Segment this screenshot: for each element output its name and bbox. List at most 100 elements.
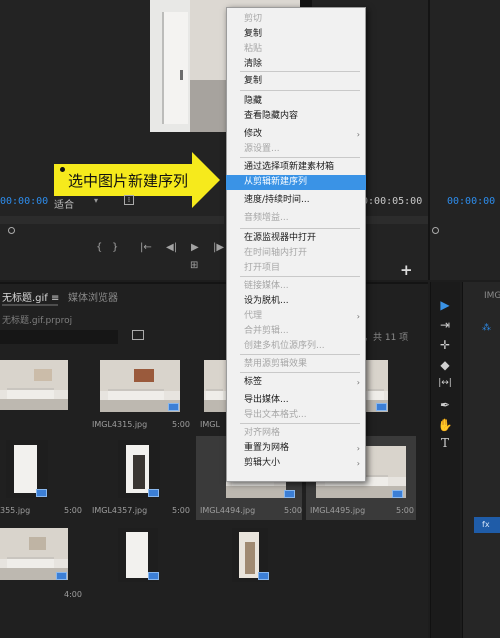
list-item[interactable]: [226, 520, 326, 600]
list-item[interactable]: [96, 520, 196, 600]
menu-separator: [240, 276, 360, 277]
fit-dropdown[interactable]: 适合: [54, 196, 74, 211]
mark-out-button[interactable]: }: [112, 242, 118, 254]
menu-item-open-in-timeline[interactable]: 在时间轴内打开: [226, 246, 366, 261]
search-input[interactable]: [0, 330, 118, 344]
menu-item-make-offline[interactable]: 设为脱机...: [226, 294, 366, 309]
menu-item-modify[interactable]: 修改 ›: [226, 127, 366, 142]
export-frame-icon[interactable]: ⊞: [190, 260, 198, 272]
menu-item-source-settings[interactable]: 源设置...: [226, 142, 366, 157]
list-item[interactable]: 5:00: [0, 436, 100, 516]
menu-item-label: 修改: [244, 129, 263, 139]
menu-item-label: 速度/持续时间...: [244, 195, 310, 205]
menu-item-audio-gain[interactable]: 音频增益...: [226, 211, 366, 226]
slip-tool-icon[interactable]: |↔|: [437, 378, 453, 388]
menu-item-speed-duration[interactable]: 速度/持续时间...: [226, 193, 366, 208]
item-duration: 5:00: [396, 506, 414, 515]
menu-item-create-multicam-sequence[interactable]: 创建多机位源序列...: [226, 339, 366, 354]
menu-item-disable-masterclip-effects[interactable]: 禁用源剪辑效果: [226, 357, 366, 372]
list-item[interactable]: 4:00: [0, 520, 100, 600]
menu-item-label: 剪辑大小: [244, 458, 281, 468]
pen-tool-icon[interactable]: ✒: [437, 398, 453, 412]
selection-tool-icon[interactable]: ▶: [437, 298, 453, 312]
image-badge-icon: [148, 489, 159, 497]
menu-item-clip-size[interactable]: 剪辑大小 ›: [226, 456, 366, 471]
menu-item-merge-clips[interactable]: 合并剪辑...: [226, 324, 366, 339]
panel-divider[interactable]: [428, 0, 430, 280]
menu-item-link-media[interactable]: 链接媒体...: [226, 279, 366, 294]
source-playhead[interactable]: [8, 227, 15, 234]
menu-item-label: 导出媒体...: [244, 395, 289, 405]
menu-item-label: 链接媒体...: [244, 281, 289, 291]
resolution-icon[interactable]: ⁞: [124, 195, 134, 205]
step-forward-button[interactable]: |▶: [213, 242, 224, 254]
menu-item-label: 导出文本格式...: [244, 410, 307, 420]
menu-item-label: 粘贴: [244, 44, 263, 54]
annotation-arrow: [192, 152, 220, 208]
menu-item-export-media[interactable]: 导出媒体...: [226, 393, 366, 408]
menu-item-label: 隐藏: [244, 96, 263, 106]
chevron-right-icon: ›: [356, 130, 360, 139]
go-to-in-button[interactable]: |←: [140, 242, 152, 254]
item-label: IMGL4494.jpg: [200, 506, 256, 515]
list-item[interactable]: IMGL4357.jpg 5:00: [92, 436, 196, 516]
menu-item-view-hidden[interactable]: 查看隐藏内容: [226, 109, 366, 124]
menu-item-reset-to-grid[interactable]: 重置为网格 ›: [226, 441, 366, 456]
ripple-edit-tool-icon[interactable]: ✛: [437, 338, 453, 352]
tools-panel: [430, 282, 460, 638]
item-duration: 5:00: [172, 420, 190, 429]
new-bin-icon[interactable]: [132, 330, 144, 340]
menu-item-paste[interactable]: 粘贴: [226, 42, 366, 57]
track-select-tool-icon[interactable]: ⇥: [437, 318, 453, 332]
timeline-clip[interactable]: fx: [474, 517, 500, 533]
program-timecode[interactable]: 00:00:00: [447, 196, 495, 207]
menu-item-label: 清除: [244, 59, 263, 69]
tab-project[interactable]: 无标题.gif ≡: [2, 289, 59, 304]
image-badge-icon: [56, 572, 67, 580]
step-back-button[interactable]: ◀|: [166, 242, 177, 254]
list-item[interactable]: IMGL4315.jpg 5:00: [92, 356, 196, 436]
menu-item-open-project[interactable]: 打开项目: [226, 261, 366, 276]
menu-item-open-in-source-monitor[interactable]: 在源监视器中打开: [226, 231, 366, 246]
menu-item-label: 标签: [244, 377, 263, 387]
hand-tool-icon[interactable]: ✋: [437, 418, 453, 432]
menu-item-label: 打开项目: [244, 263, 281, 273]
menu-item-align-to-grid[interactable]: 对齐网格: [226, 426, 366, 441]
image-badge-icon: [392, 490, 403, 498]
menu-item-export-text[interactable]: 导出文本格式...: [226, 408, 366, 423]
mark-in-button[interactable]: {: [96, 242, 102, 254]
list-item[interactable]: [0, 356, 100, 436]
type-tool-icon[interactable]: T: [437, 436, 453, 450]
menu-separator: [240, 372, 360, 373]
chevron-down-icon[interactable]: ▾: [94, 196, 98, 205]
source-timecode-left[interactable]: 00:00:00: [0, 196, 48, 207]
menu-item-duplicate[interactable]: 复制: [226, 74, 366, 89]
menu-item-new-bin-from-selection[interactable]: 通过选择项新建素材箱: [226, 160, 366, 175]
menu-item-label: 查看隐藏内容: [244, 111, 299, 121]
menu-item-cut[interactable]: 剪切: [226, 12, 366, 27]
menu-item-label: 在时间轴内打开: [244, 248, 308, 258]
menu-item-proxy[interactable]: 代理 ›: [226, 309, 366, 324]
menu-item-copy[interactable]: 复制: [226, 27, 366, 42]
play-button[interactable]: ▶: [191, 242, 199, 254]
menu-item-label: 从剪辑新建序列: [244, 177, 308, 187]
menu-item-label[interactable]: 标签 ›: [226, 375, 366, 390]
tab-media-browser[interactable]: 媒体浏览器: [68, 289, 118, 304]
tab-timeline[interactable]: IMG: [484, 291, 500, 301]
menu-item-label: 通过选择项新建素材箱: [244, 162, 335, 172]
program-playhead[interactable]: [432, 227, 439, 234]
menu-item-label: 在源监视器中打开: [244, 233, 317, 243]
image-badge-icon: [148, 572, 159, 580]
add-button[interactable]: +: [400, 261, 413, 279]
source-time-ruler[interactable]: [0, 216, 224, 224]
razor-tool-icon[interactable]: ◆: [437, 358, 453, 372]
marker-icon[interactable]: ⁂: [482, 323, 491, 333]
menu-item-new-sequence-from-clip[interactable]: 从剪辑新建序列: [226, 175, 366, 190]
thumbnail: [204, 360, 228, 412]
menu-item-clear[interactable]: 清除: [226, 57, 366, 72]
item-label: 355.jpg: [0, 506, 31, 515]
program-time-ruler[interactable]: [366, 216, 428, 224]
image-badge-icon: [258, 572, 269, 580]
menu-item-hide[interactable]: 隐藏: [226, 94, 366, 109]
item-duration: 5:00: [64, 506, 82, 515]
